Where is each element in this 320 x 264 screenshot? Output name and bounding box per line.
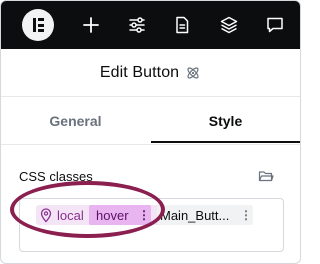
layers-icon[interactable] (217, 13, 241, 37)
chip-local-label: local (57, 208, 84, 223)
more-vertical-icon[interactable]: ⋮ (138, 209, 150, 221)
elementor-logo-icon[interactable] (22, 9, 54, 41)
map-pin-icon (39, 207, 53, 223)
chip-main-label: Main_Butt... (160, 208, 230, 223)
class-chip-main-button[interactable]: Main_Butt... ⋮ (157, 205, 253, 225)
editor-panel: Edit Button General Style CSS classes lo… (0, 0, 301, 264)
tab-bar: General Style (1, 97, 300, 144)
css-classes-input[interactable]: local hover ⋮ Main_Butt... ⋮ (19, 198, 284, 252)
plus-icon[interactable] (79, 13, 103, 37)
active-tab-indicator (151, 141, 300, 143)
state-chip-label: hover (96, 208, 129, 223)
css-classes-label: CSS classes (19, 169, 93, 184)
tabs-divider (1, 144, 300, 145)
panel-header: Edit Button (1, 49, 300, 96)
atom-icon (185, 65, 201, 81)
class-chip-local[interactable]: local hover ⋮ (36, 205, 170, 225)
tab-general[interactable]: General (1, 97, 150, 144)
panel-title: Edit Button (99, 63, 180, 81)
top-toolbar (1, 1, 300, 49)
state-chip-hover[interactable]: hover ⋮ (89, 205, 151, 225)
tab-style[interactable]: Style (151, 97, 300, 144)
chat-icon[interactable] (263, 13, 287, 37)
page-icon[interactable] (170, 13, 194, 37)
more-vertical-icon[interactable]: ⋮ (240, 209, 252, 221)
sliders-icon[interactable] (125, 13, 149, 37)
folder-icon[interactable] (258, 168, 274, 184)
